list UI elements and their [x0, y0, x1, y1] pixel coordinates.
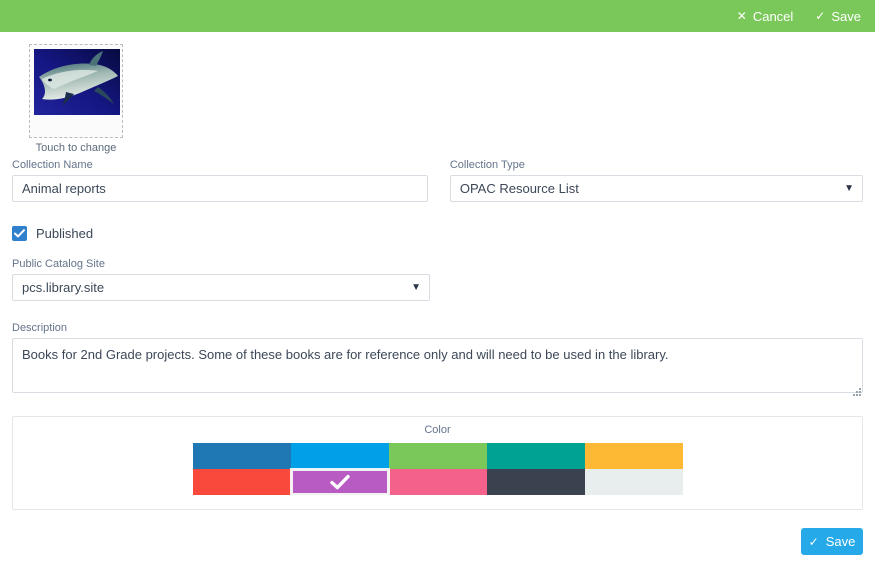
swatch-teal[interactable] — [486, 443, 585, 469]
swatch-blue-light[interactable] — [290, 443, 389, 469]
collection-type-select[interactable]: OPAC Resource List — [449, 175, 863, 202]
color-panel: Color — [12, 416, 863, 510]
description-label: Description — [12, 322, 68, 334]
cancel-button[interactable]: ✕ Cancel — [737, 10, 794, 23]
save-button-footer[interactable]: ✓ Save — [801, 528, 863, 555]
save-button-top[interactable]: ✓ Save — [815, 10, 861, 23]
swatch-light-grey[interactable] — [584, 469, 683, 495]
public-catalog-site-field-group: Public Catalog Site pcs.library.site ▼ — [12, 258, 430, 301]
published-label: Published — [36, 226, 94, 241]
check-icon — [14, 229, 25, 238]
row-spacer — [428, 159, 450, 202]
swatch-green[interactable] — [388, 443, 487, 469]
public-catalog-site-label: Public Catalog Site — [12, 258, 105, 270]
published-checkbox-row[interactable]: Published — [12, 226, 93, 241]
collection-type-label: Collection Type — [449, 159, 525, 171]
collection-image-thumbnail — [34, 49, 120, 115]
collection-image-caption: Touch to change — [35, 142, 117, 154]
swatch-pink[interactable] — [388, 469, 487, 495]
swatch-blue-dark[interactable] — [192, 443, 291, 469]
swatch-slate[interactable] — [486, 469, 585, 495]
published-checkbox[interactable] — [12, 226, 27, 241]
swatch-amber[interactable] — [584, 443, 683, 469]
collection-name-input[interactable] — [12, 175, 429, 202]
collection-edit-form: Touch to change Collection Name Collecti… — [0, 32, 875, 568]
check-icon: ✓ — [808, 534, 819, 549]
collection-name-field-group: Collection Name — [12, 159, 429, 202]
check-icon — [329, 474, 350, 490]
name-type-row: Collection Name Collection Type OPAC Res… — [12, 159, 863, 202]
save-button-top-label: Save — [831, 8, 861, 24]
color-swatch-grid — [192, 443, 683, 495]
close-x-icon: ✕ — [736, 9, 747, 23]
cancel-button-label: Cancel — [752, 8, 794, 24]
swatch-red[interactable] — [192, 469, 291, 495]
save-button-footer-label: Save — [825, 534, 856, 549]
top-action-bar: ✕ Cancel ✓ Save — [0, 0, 875, 32]
collection-name-label: Collection Name — [12, 159, 93, 171]
shark-photo-icon — [34, 49, 120, 115]
collection-type-field-group: Collection Type OPAC Resource List ▼ — [449, 159, 863, 202]
swatch-purple[interactable] — [290, 469, 389, 495]
collection-image-picker[interactable] — [29, 44, 123, 138]
description-field-group: Description — [12, 322, 863, 398]
public-catalog-site-select[interactable]: pcs.library.site — [12, 274, 430, 301]
color-panel-title: Color — [424, 424, 451, 436]
check-icon: ✓ — [815, 9, 826, 23]
description-textarea[interactable] — [12, 338, 863, 393]
